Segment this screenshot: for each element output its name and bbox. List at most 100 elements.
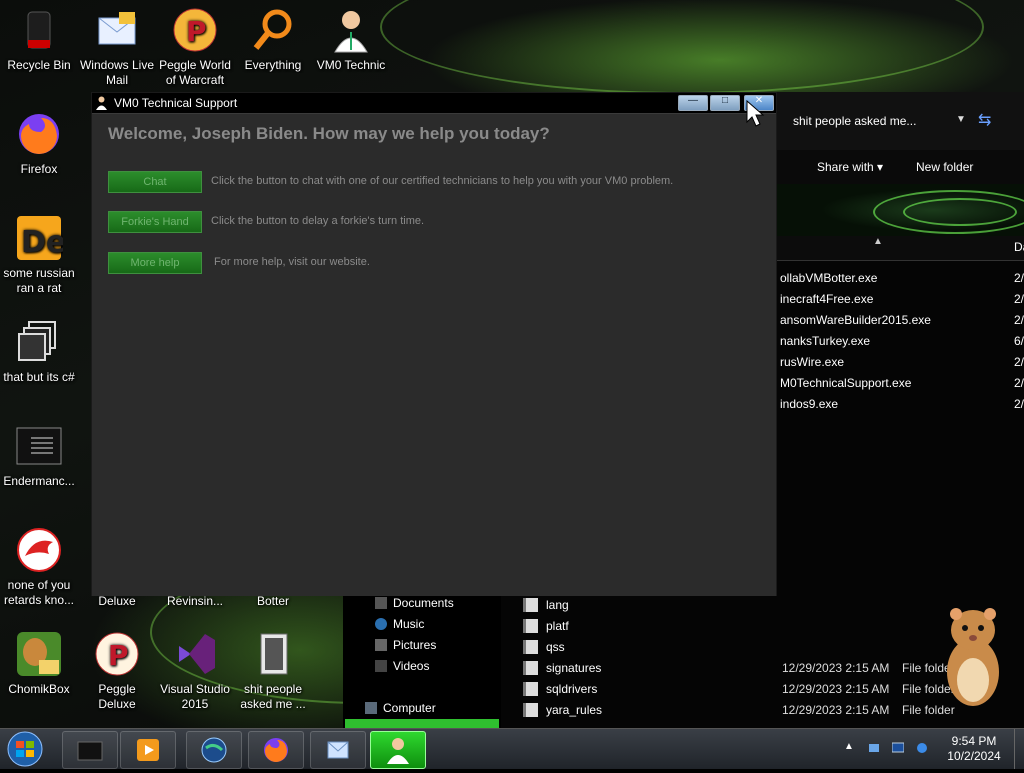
list-item[interactable]: signatures bbox=[523, 661, 601, 675]
file-date: 2/ bbox=[1014, 313, 1024, 327]
nav-item-computer[interactable]: Computer bbox=[365, 701, 436, 715]
desktop-icon-that-but-its-csharp[interactable]: that but its c# bbox=[0, 318, 78, 385]
address-bar[interactable]: shit people asked me... ▼ ⇆ bbox=[773, 92, 1024, 150]
list-item[interactable]: lang bbox=[523, 598, 569, 612]
file-date: 2/ bbox=[1014, 355, 1024, 369]
monitor-icon[interactable] bbox=[892, 742, 904, 754]
peggle-icon: P bbox=[171, 6, 219, 54]
folder-icon bbox=[249, 630, 297, 678]
desktop-icon-label: some russian ran a rat bbox=[3, 266, 75, 295]
nav-item-documents[interactable]: Documents bbox=[375, 596, 454, 610]
visual-studio-icon bbox=[171, 630, 219, 678]
file-row[interactable]: ansomWareBuilder2015.exe bbox=[780, 313, 931, 327]
file-row[interactable]: inecraft4Free.exe bbox=[780, 292, 873, 306]
navigation-pane: Documents Music Pictures Videos Computer bbox=[343, 592, 501, 728]
file-row[interactable]: ollabVMBotter.exe bbox=[780, 271, 877, 285]
chat-description: Click the button to chat with one of our… bbox=[211, 175, 674, 187]
minimize-button[interactable]: — bbox=[678, 95, 708, 111]
doctor-icon bbox=[327, 6, 375, 54]
mail-icon bbox=[93, 6, 141, 54]
show-desktop-button[interactable] bbox=[1014, 729, 1024, 769]
list-item[interactable]: yara_rules bbox=[523, 703, 602, 717]
more-help-description: For more help, visit our website. bbox=[214, 256, 370, 268]
desktop-icon-some-russian[interactable]: De some russian ran a rat bbox=[0, 214, 78, 296]
desktop-icon-peggle-wow[interactable]: P Peggle World of Warcraft bbox=[156, 6, 234, 88]
doctor-icon bbox=[94, 95, 109, 110]
desktop-background: Recycle Bin Windows Live Mail P Peggle W… bbox=[0, 0, 1024, 728]
svg-text:P: P bbox=[108, 639, 129, 672]
partial-icon-label: Botter bbox=[256, 594, 289, 608]
system-clock[interactable]: 9:54 PM 10/2/2024 bbox=[946, 734, 1002, 764]
desktop-icon-recycle-bin[interactable]: Recycle Bin bbox=[0, 6, 78, 73]
folder-icon bbox=[523, 703, 538, 717]
desktop-icon-peggle-deluxe[interactable]: P Peggle Deluxe bbox=[78, 630, 156, 712]
desktop-icon-chomikbox[interactable]: ChomikBox bbox=[0, 630, 78, 697]
refresh-icon[interactable]: ⇆ bbox=[978, 110, 991, 130]
file-date: 6/ bbox=[1014, 334, 1024, 348]
forkie-button[interactable]: Forkie's Hand bbox=[108, 211, 202, 233]
folder-icon bbox=[523, 661, 538, 675]
nav-item-local-disk[interactable] bbox=[345, 719, 499, 728]
desktop-icon-label: VM0 Technic bbox=[316, 58, 386, 72]
desktop-icon-everything[interactable]: Everything bbox=[234, 6, 312, 73]
mouse-cursor-icon bbox=[746, 99, 768, 133]
dialog-body: Welcome, Joseph Biden. How may we help y… bbox=[92, 113, 776, 596]
desktop-icon-vm0-technical[interactable]: VM0 Technic bbox=[312, 6, 390, 73]
wallpaper-swirl bbox=[380, 0, 984, 94]
dialog-titlebar[interactable]: VM0 Technical Support — □ ✕ bbox=[92, 93, 776, 113]
more-help-button[interactable]: More help bbox=[108, 252, 202, 274]
taskbar-item-media-player[interactable] bbox=[120, 731, 176, 769]
column-header[interactable]: ▲ Da bbox=[773, 236, 1024, 261]
folder-icon bbox=[523, 619, 538, 633]
volume-icon[interactable] bbox=[916, 742, 928, 754]
nav-item-music[interactable]: Music bbox=[375, 617, 424, 631]
recycle-bin-icon bbox=[15, 6, 63, 54]
taskbar-item-globe[interactable] bbox=[186, 731, 242, 769]
desktop-icon-windows-live-mail[interactable]: Windows Live Mail bbox=[78, 6, 156, 88]
file-row[interactable]: indos9.exe bbox=[780, 397, 838, 411]
desktop-icon-firefox[interactable]: Firefox bbox=[0, 110, 78, 177]
list-item-date: 12/29/2023 2:15 AM bbox=[782, 661, 890, 675]
file-date: 2/ bbox=[1014, 397, 1024, 411]
list-item[interactable]: qss bbox=[523, 640, 565, 654]
desktop-icon-none-of-you[interactable]: none of you retards kno... bbox=[0, 526, 78, 608]
chevron-down-icon[interactable]: ▼ bbox=[956, 114, 966, 125]
file-date: 2/ bbox=[1014, 271, 1024, 285]
share-with-button[interactable]: Share with ▾ bbox=[817, 160, 883, 174]
start-button[interactable] bbox=[4, 730, 46, 768]
taskbar-item-mail[interactable] bbox=[310, 731, 366, 769]
list-item[interactable]: sqldrivers bbox=[523, 682, 597, 696]
desktop-icon-visual-studio[interactable]: Visual Studio 2015 bbox=[156, 630, 234, 712]
nav-item-videos[interactable]: Videos bbox=[375, 659, 429, 673]
network-icon[interactable] bbox=[868, 742, 880, 754]
file-row[interactable]: nanksTurkey.exe bbox=[780, 334, 870, 348]
file-date: 2/ bbox=[1014, 292, 1024, 306]
desktop-icon-endermanc[interactable]: Endermanc... bbox=[0, 422, 78, 489]
nav-item-pictures[interactable]: Pictures bbox=[375, 638, 436, 652]
column-date-header[interactable]: Da bbox=[1014, 240, 1024, 254]
file-row[interactable]: rusWire.exe bbox=[780, 355, 844, 369]
globe-icon bbox=[201, 737, 227, 763]
taskbar-item-black-app[interactable] bbox=[62, 731, 118, 769]
breadcrumb[interactable]: shit people asked me... bbox=[793, 114, 916, 128]
magnifier-icon bbox=[249, 6, 297, 54]
show-hidden-icons-button[interactable]: ▲ bbox=[844, 741, 854, 752]
maximize-button[interactable]: □ bbox=[710, 95, 740, 111]
folder-icon bbox=[523, 640, 538, 654]
taskbar-item-firefox[interactable] bbox=[248, 731, 304, 769]
desktop-icon-shit-people-asked[interactable]: shit people asked me ... bbox=[234, 630, 312, 712]
videos-icon bbox=[375, 660, 387, 672]
chat-button[interactable]: Chat bbox=[108, 171, 202, 193]
de-icon: De bbox=[15, 214, 66, 262]
desktop-icon-label: Windows Live Mail bbox=[79, 58, 155, 87]
new-folder-button[interactable]: New folder bbox=[916, 160, 973, 174]
pictures-icon bbox=[375, 639, 387, 651]
desktop-icon-label: Firefox bbox=[20, 162, 58, 176]
taskbar-item-vm0-support[interactable] bbox=[370, 731, 426, 769]
svg-text:P: P bbox=[186, 15, 207, 48]
file-row[interactable]: M0TechnicalSupport.exe bbox=[780, 376, 911, 390]
clock-time: 9:54 PM bbox=[951, 734, 997, 748]
list-item[interactable]: platf bbox=[523, 619, 569, 633]
desktop-icon-label: none of you retards kno... bbox=[3, 578, 75, 607]
folder-banner bbox=[773, 184, 1024, 236]
